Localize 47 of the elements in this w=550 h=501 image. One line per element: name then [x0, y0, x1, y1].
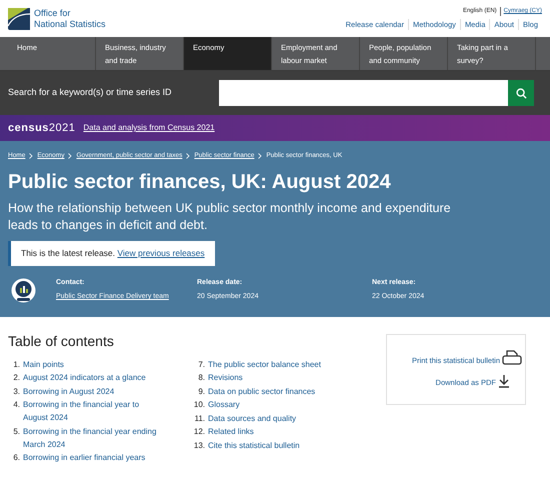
item-number: 6.	[12, 452, 20, 464]
chevron-icon	[29, 152, 34, 159]
toc-link[interactable]: Glossary	[208, 398, 240, 411]
toc-link[interactable]: Borrowing in August 2024	[23, 384, 114, 398]
item-number: 13.	[193, 440, 205, 452]
toc-link[interactable]: Revisions	[208, 371, 243, 384]
toc-link[interactable]: Borrowing in the financial year to August 2024	[23, 398, 163, 424]
toc-link[interactable]: Cite this statistical bulletin	[208, 438, 300, 452]
item-number: 4.	[12, 399, 20, 411]
section-heading: Table of contents	[8, 332, 115, 350]
item-number: 8.	[197, 372, 205, 384]
page-title: Public sector finances, UK: August 2024	[8, 170, 392, 195]
page-subtitle: How the relationship between UK public sector monthly income and expenditure leads to changes in deficit and debt.	[8, 200, 452, 234]
item-number: 9.	[197, 386, 205, 398]
chevron-icon	[258, 152, 262, 159]
accreditation-badge-icon	[11, 278, 36, 302]
item-number: 10.	[193, 399, 205, 411]
chevron-icon	[186, 152, 190, 159]
item-number: 5.	[12, 426, 20, 438]
search-field[interactable]	[219, 80, 508, 106]
item-number: 3.	[12, 386, 20, 398]
census-link[interactable]: Data and analysis from Census 2021	[83, 122, 215, 134]
previous-releases-link[interactable]: View previous releases	[117, 248, 205, 258]
logo-icon	[8, 8, 30, 30]
search-label: Search for a keyword(s) or time series ID	[8, 86, 173, 100]
toc-link[interactable]: Data sources and quality	[208, 412, 296, 424]
item-number: 7.	[197, 358, 205, 370]
toc-link[interactable]: The public sector balance sheet	[208, 358, 321, 370]
item-number: 12.	[193, 426, 205, 438]
search-button[interactable]	[508, 80, 534, 106]
chevron-icon	[68, 152, 72, 159]
toc-link[interactable]: Data on public sector finances	[208, 384, 316, 398]
item-number: 1.	[12, 358, 20, 370]
toc-link[interactable]: Borrowing in earlier financial years	[23, 451, 146, 464]
toc-link[interactable]: Related links	[208, 425, 254, 438]
toc-link[interactable]: Main points	[23, 358, 64, 370]
logo-text: National Statistics	[34, 18, 106, 30]
logo-text: Office for	[34, 8, 72, 18]
item-number: 11.	[193, 412, 205, 424]
toc-link[interactable]: Borrowing in the financial year ending March 2024	[23, 424, 163, 450]
search-icon	[516, 88, 526, 98]
download-icon	[498, 374, 510, 388]
notice-text: This is the latest release.	[21, 248, 116, 258]
census-logo: census2021	[8, 120, 76, 136]
toc-link[interactable]: August 2024 indicators at a glance	[23, 371, 146, 384]
item-number: 2.	[12, 372, 20, 384]
printer-icon	[502, 350, 522, 366]
